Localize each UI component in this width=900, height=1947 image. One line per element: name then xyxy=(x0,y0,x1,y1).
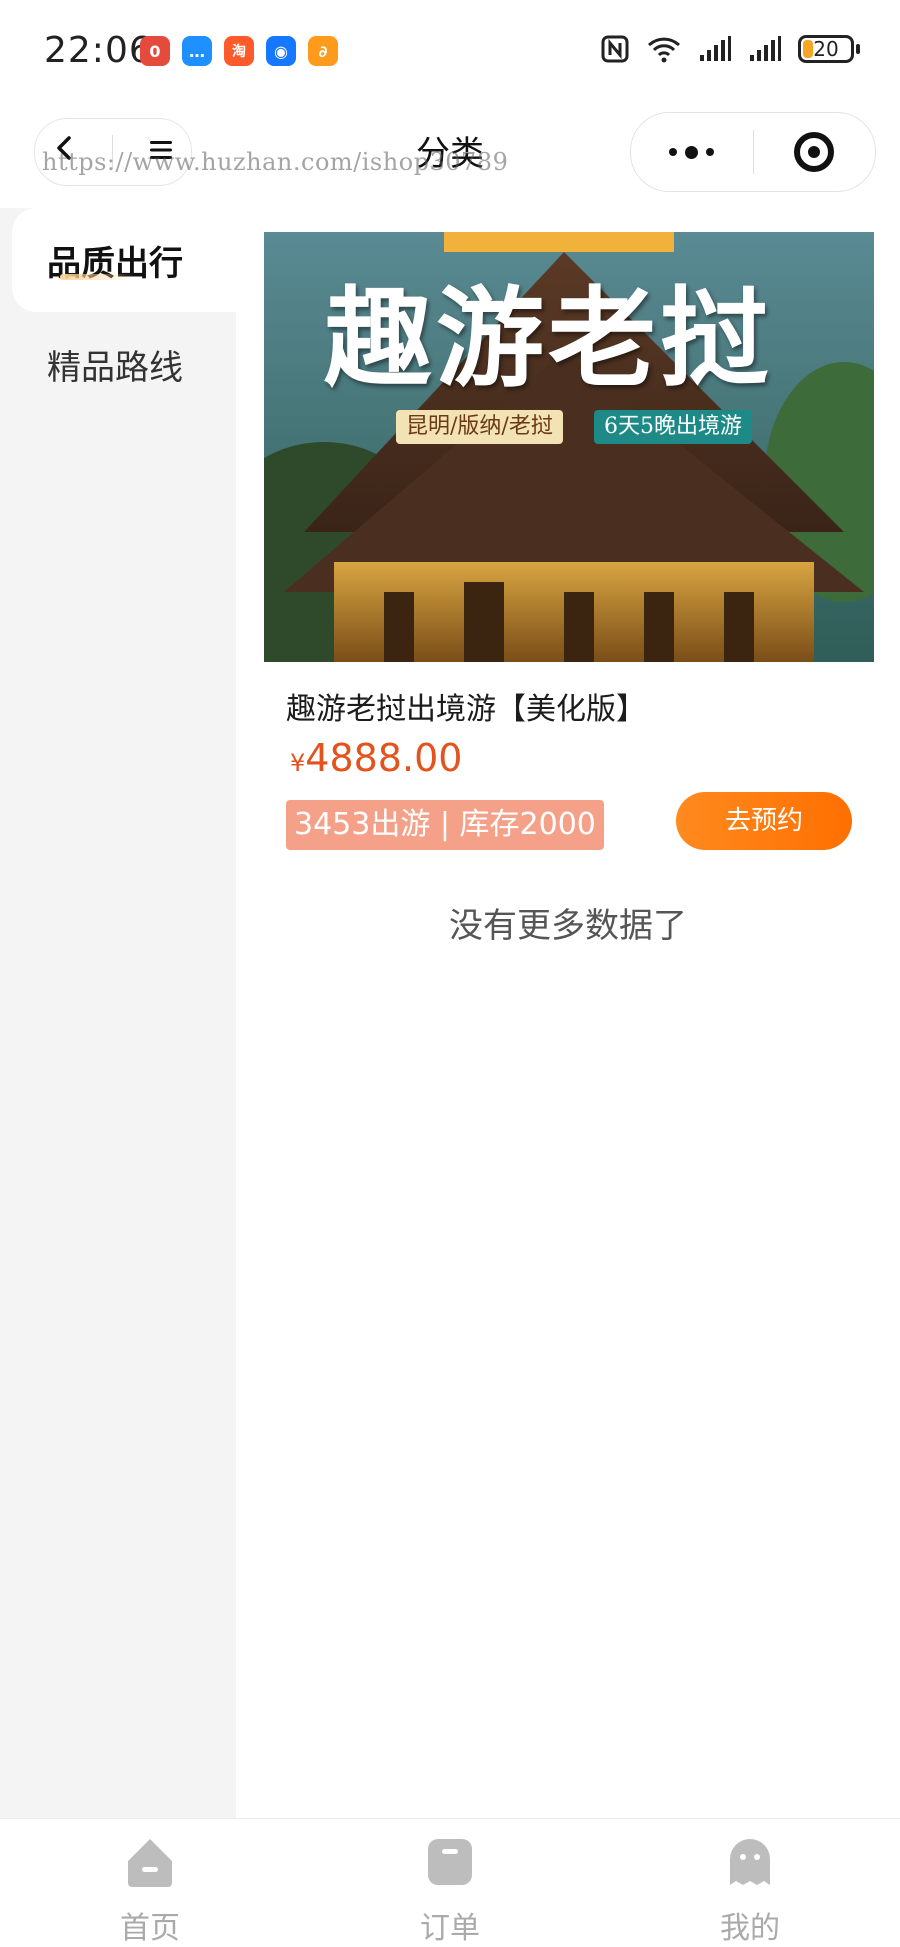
list-end-text: 没有更多数据了 xyxy=(449,906,687,946)
more-button[interactable] xyxy=(631,145,753,159)
tab-label: 我的 xyxy=(720,1911,780,1946)
tab-mine[interactable]: 我的 xyxy=(690,1835,810,1947)
tab-label: 订单 xyxy=(420,1911,480,1946)
signal-icon-2 xyxy=(750,36,781,61)
wifi-icon xyxy=(647,37,681,63)
close-miniprogram-button[interactable] xyxy=(754,132,876,172)
category-sidebar: 品质出行 精品路线 xyxy=(0,208,236,1818)
banner-duration: 6天5晚出境游 xyxy=(594,410,752,444)
tab-label: 首页 xyxy=(120,1911,180,1946)
battery-level: 20 xyxy=(813,37,839,61)
signal-icon xyxy=(700,36,731,61)
status-time: 22:06 xyxy=(44,30,153,71)
tab-orders[interactable]: 订单 xyxy=(390,1835,510,1947)
target-icon xyxy=(794,132,835,172)
active-indicator xyxy=(60,274,134,280)
order-icon xyxy=(428,1839,472,1885)
system-icons: 20 xyxy=(600,34,860,64)
profile-icon xyxy=(730,1839,770,1885)
taobao-app-icon: 淘 xyxy=(224,36,254,66)
sidebar-item-label: 精品路线 xyxy=(47,347,183,388)
book-button[interactable]: 去预约 xyxy=(676,792,852,850)
watermark-text: https://www.huzhan.com/ishop30789 xyxy=(42,148,509,176)
chat-app-icon: … xyxy=(182,36,212,66)
product-price: ¥4888.00 xyxy=(290,736,462,780)
bottom-tab-bar: 首页 订单 我的 xyxy=(0,1818,900,1947)
sidebar-item-quality-travel[interactable]: 品质出行 xyxy=(12,208,236,312)
status-app-icons: 0 … 淘 ◉ ∂ xyxy=(140,36,338,66)
price-currency: ¥ xyxy=(290,749,306,777)
tab-home[interactable]: 首页 xyxy=(90,1835,210,1947)
notification-app-icon: 0 xyxy=(140,36,170,66)
banner-route: 昆明/版纳/老挝 xyxy=(396,410,563,444)
price-value: 4888.00 xyxy=(305,736,463,780)
orange-app-icon: ∂ xyxy=(308,36,338,66)
home-icon xyxy=(128,1839,172,1887)
product-banner-image[interactable]: 趣游老挝 昆明/版纳/老挝 6天5晚出境游 xyxy=(264,232,874,662)
robot-app-icon: ◉ xyxy=(266,36,296,66)
product-title[interactable]: 趣游老挝出境游【美化版】 xyxy=(286,684,646,728)
more-dots-icon xyxy=(669,145,715,159)
sales-stock-badge: 3453出游 | 库存2000 xyxy=(286,800,604,850)
nfc-icon xyxy=(601,35,629,63)
battery-icon: 20 xyxy=(798,35,860,63)
miniprogram-capsule xyxy=(630,112,876,192)
sidebar-item-premium-routes[interactable]: 精品路线 xyxy=(12,312,236,416)
banner-headline: 趣游老挝 xyxy=(324,276,773,402)
status-bar: 22:06 0 … 淘 ◉ ∂ 20 xyxy=(0,0,900,100)
